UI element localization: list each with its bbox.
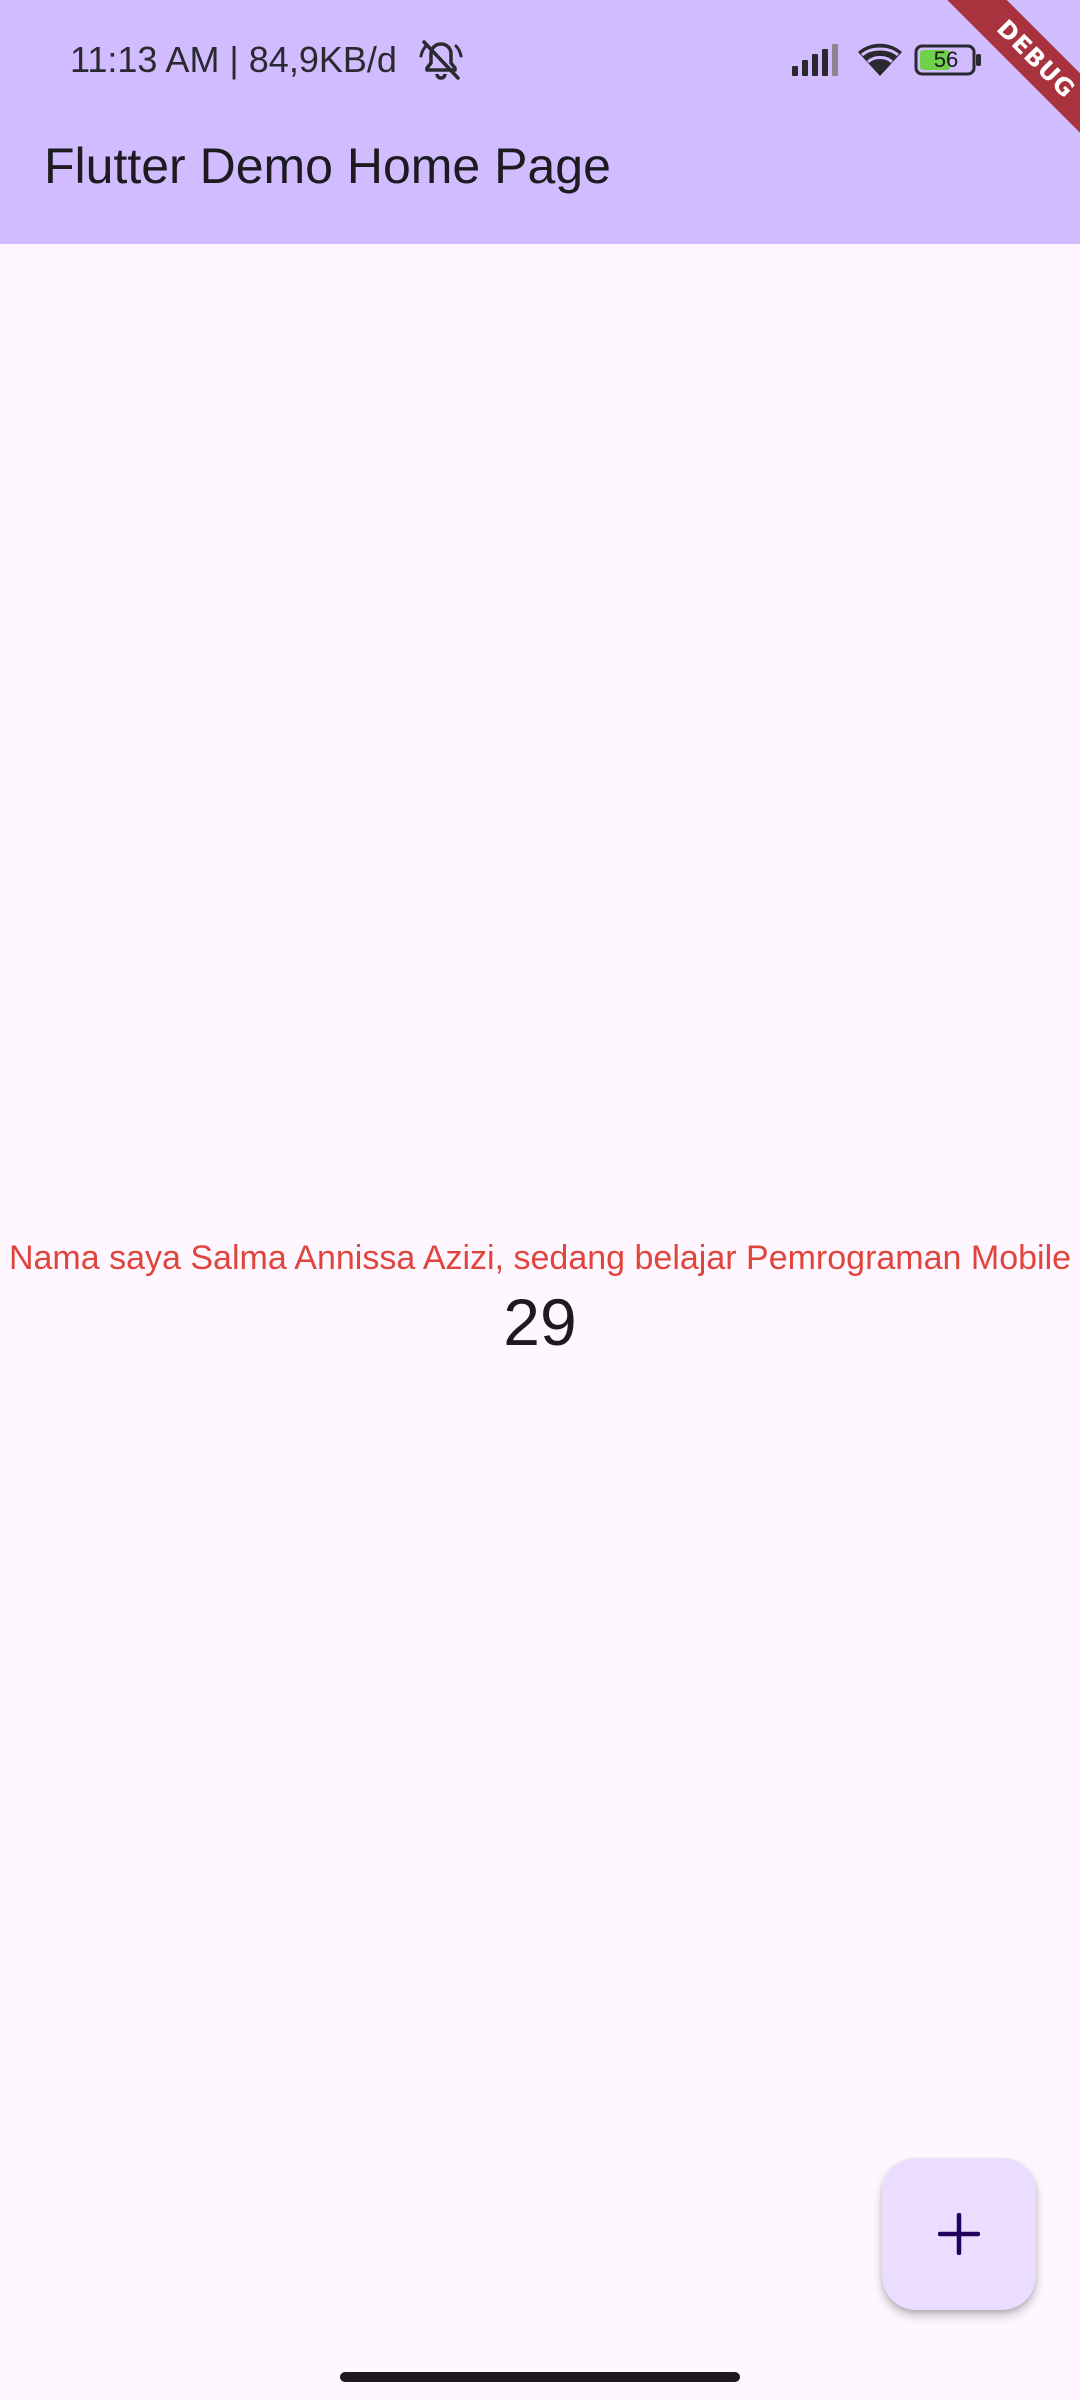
- app-bar-title: Flutter Demo Home Page: [44, 138, 611, 194]
- debug-banner-label: DEBUG: [929, 0, 1080, 166]
- home-indicator[interactable]: [340, 2372, 740, 2382]
- intro-message: Nama saya Salma Annissa Azizi, sedang be…: [8, 1239, 1072, 1277]
- status-time-and-data-rate: 11:13 AM | 84,9KB/d: [70, 39, 397, 80]
- increment-button[interactable]: [882, 2158, 1036, 2310]
- signal-icon: [792, 44, 838, 76]
- debug-banner: DEBUG: [910, 0, 1080, 170]
- wifi-icon: [858, 43, 902, 76]
- plus-icon: [938, 2213, 980, 2255]
- mute-bell-icon: [419, 40, 463, 80]
- counter-value: 29: [503, 1285, 577, 1359]
